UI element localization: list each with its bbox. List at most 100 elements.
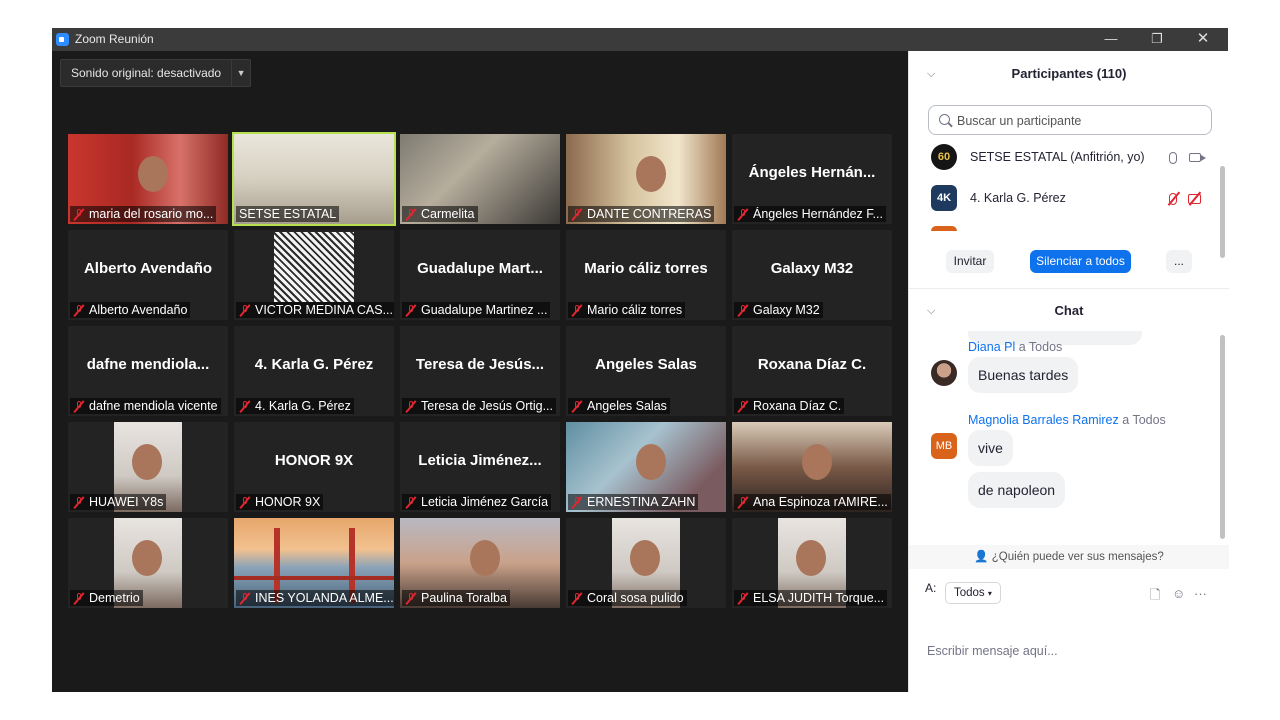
participant-name-label: Guadalupe Martinez ... xyxy=(402,302,551,318)
more-options-button[interactable]: ... xyxy=(1166,250,1192,273)
participant-name-label: Teresa de Jesús Ortig... xyxy=(402,398,557,414)
participant-name-label: Galaxy M32 xyxy=(734,302,823,318)
participant-row[interactable]: 4K 4. Karla G. Pérez xyxy=(931,185,1211,213)
microphone-muted-icon xyxy=(73,592,85,605)
participant-name-label: Roxana Díaz C. xyxy=(734,398,845,414)
microphone-muted-icon xyxy=(737,592,749,605)
person-face xyxy=(132,540,162,576)
participant-name: ERNESTINA ZAHN xyxy=(587,495,696,509)
microphone-muted-icon xyxy=(239,592,251,605)
chat-messages: Diana Pl a Todos Buenas tardes Magnolia … xyxy=(909,331,1229,571)
participant-tile[interactable]: 4. Karla G. Pérez 4. Karla G. Pérez xyxy=(234,326,394,416)
video-camera-icon[interactable] xyxy=(1189,153,1206,162)
participant-tile[interactable]: Paulina Toralba xyxy=(400,518,560,608)
close-button[interactable]: ✕ xyxy=(1180,28,1226,51)
microphone-muted-icon xyxy=(73,208,85,221)
participant-tile[interactable]: ELSA JUDITH Torque... xyxy=(732,518,892,608)
original-sound-label[interactable]: Sonido original: desactivado xyxy=(61,60,231,86)
microphone-muted-icon[interactable] xyxy=(1169,193,1177,205)
window-title: Zoom Reunión xyxy=(75,32,154,46)
participant-tile[interactable]: Ana Espinoza rAMIRE... xyxy=(732,422,892,512)
participant-row[interactable]: 60 SETSE ESTATAL (Anfitrión, yo) xyxy=(931,144,1211,172)
chat-message-input[interactable] xyxy=(925,640,1219,662)
participant-display-name: dafne mendiola... xyxy=(86,356,210,373)
participant-name-label: DANTE CONTRERAS xyxy=(568,206,715,222)
recipient-select[interactable]: Todos ▾ xyxy=(945,582,1001,604)
zoom-window: Zoom Reunión — ❐ ✕ Sonido original: desa… xyxy=(52,28,1229,692)
participant-name-label: VICTOR MEDINA CAS... xyxy=(236,302,394,318)
participant-name-label: Leticia Jiménez García xyxy=(402,494,552,510)
participant-tile[interactable]: Demetrio xyxy=(68,518,228,608)
participant-tile[interactable]: Leticia Jiménez... Leticia Jiménez García xyxy=(400,422,560,512)
microphone-muted-icon xyxy=(571,208,583,221)
participant-tile[interactable]: SETSE ESTATAL xyxy=(232,132,396,226)
emoji-icon[interactable]: ☺ xyxy=(1172,586,1185,601)
participant-name: 4. Karla G. Pérez xyxy=(255,399,351,413)
participant-tile[interactable]: ERNESTINA ZAHN xyxy=(566,422,726,512)
microphone-muted-icon xyxy=(571,400,583,413)
participants-scrollbar[interactable] xyxy=(1220,166,1225,258)
participant-tile[interactable]: dafne mendiola... dafne mendiola vicente xyxy=(68,326,228,416)
invite-button[interactable]: Invitar xyxy=(946,250,994,273)
participant-tile[interactable]: VICTOR MEDINA CAS... xyxy=(234,230,394,320)
participant-tile[interactable]: INES YOLANDA ALME... xyxy=(234,518,394,608)
chat-scrollbar[interactable] xyxy=(1220,335,1225,539)
participant-tile[interactable]: HONOR 9X HONOR 9X xyxy=(234,422,394,512)
participant-tile[interactable]: maria del rosario mo... xyxy=(68,134,228,224)
video-off-icon[interactable] xyxy=(1188,194,1201,204)
participant-name-label: ERNESTINA ZAHN xyxy=(568,494,699,510)
microphone-icon[interactable] xyxy=(1169,152,1177,164)
chat-message: de napoleon xyxy=(968,472,1066,508)
participant-name-label: Demetrio xyxy=(70,590,143,606)
participant-name: Ángeles Hernández F... xyxy=(753,207,883,221)
participant-tile[interactable]: Guadalupe Mart... Guadalupe Martinez ... xyxy=(400,230,560,320)
participant-tile[interactable]: Teresa de Jesús... Teresa de Jesús Ortig.… xyxy=(400,326,560,416)
participant-name: Demetrio xyxy=(89,591,140,605)
participant-name: Leticia Jiménez García xyxy=(421,495,549,509)
participant-name-label: HUAWEI Y8s xyxy=(70,494,167,510)
original-sound-control[interactable]: Sonido original: desactivado ▼ xyxy=(60,59,252,87)
participant-name-label: dafne mendiola vicente xyxy=(70,398,221,414)
participant-display-name: HONOR 9X xyxy=(274,452,354,469)
microphone-muted-icon xyxy=(737,400,749,413)
participant-name: Alberto Avendaño xyxy=(89,303,188,317)
participant-tile[interactable]: DANTE CONTRERAS xyxy=(566,134,726,224)
microphone-muted-icon xyxy=(405,304,417,317)
participant-display-name: Ángeles Hernán... xyxy=(748,164,876,181)
participant-search-input[interactable] xyxy=(955,111,1209,131)
divider xyxy=(909,288,1229,289)
participant-tile[interactable]: Carmelita xyxy=(400,134,560,224)
who-can-see-link[interactable]: 👤 ¿Quién puede ver sus mensajes? xyxy=(909,545,1229,569)
mute-all-button[interactable]: Silenciar a todos xyxy=(1030,250,1131,273)
participant-name: SETSE ESTATAL (Anfitrión, yo) xyxy=(970,150,1145,164)
file-icon[interactable]: 🗋 xyxy=(1150,586,1160,608)
microphone-muted-icon xyxy=(73,400,85,413)
microphone-muted-icon xyxy=(239,400,251,413)
participant-tile[interactable]: Angeles Salas Angeles Salas xyxy=(566,326,726,416)
participant-tile[interactable]: Coral sosa pulido xyxy=(566,518,726,608)
participant-name: 4. Karla G. Pérez xyxy=(970,191,1066,205)
microphone-muted-icon xyxy=(571,304,583,317)
chat-sender: Magnolia Barrales Ramirez a Todos xyxy=(968,413,1166,427)
participant-tile[interactable]: Alberto Avendaño Alberto Avendaño xyxy=(68,230,228,320)
participant-search[interactable] xyxy=(928,105,1212,135)
person-face xyxy=(796,540,826,576)
participant-name: Roxana Díaz C. xyxy=(753,399,842,413)
participant-tile[interactable]: Mario cáliz torres Mario cáliz torres xyxy=(566,230,726,320)
participant-display-name: Angeles Salas xyxy=(595,356,697,373)
more-icon[interactable]: ··· xyxy=(1194,586,1207,601)
user-lock-icon: 👤 xyxy=(974,551,989,563)
restore-button[interactable]: ❐ xyxy=(1134,28,1180,51)
participant-display-name: Galaxy M32 xyxy=(770,260,854,277)
participant-tile[interactable]: Ángeles Hernán... Ángeles Hernández F... xyxy=(732,134,892,224)
participant-tile[interactable]: Roxana Díaz C. Roxana Díaz C. xyxy=(732,326,892,416)
participant-tile[interactable]: HUAWEI Y8s xyxy=(68,422,228,512)
participant-name-label: ELSA JUDITH Torque... xyxy=(734,590,888,606)
participant-name: Teresa de Jesús Ortig... xyxy=(421,399,554,413)
chat-sender: Diana Pl a Todos xyxy=(968,340,1063,354)
microphone-muted-icon xyxy=(405,592,417,605)
participant-name: INES YOLANDA ALME... xyxy=(255,591,394,605)
participant-tile[interactable]: Galaxy M32 Galaxy M32 xyxy=(732,230,892,320)
minimize-button[interactable]: — xyxy=(1088,28,1134,51)
chevron-down-icon[interactable]: ▼ xyxy=(231,60,250,86)
